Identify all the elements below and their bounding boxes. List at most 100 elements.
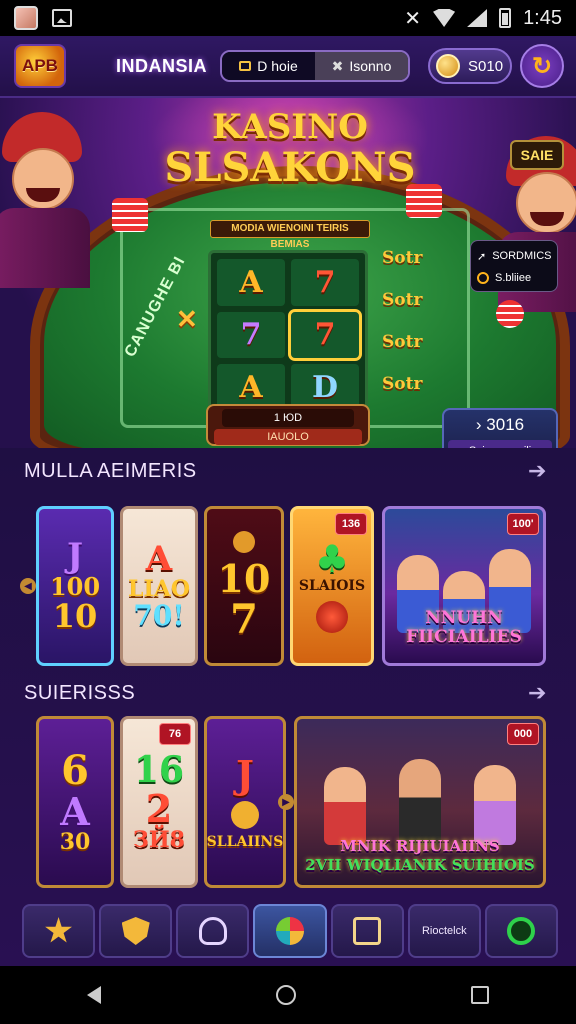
tile-badge: 136 xyxy=(335,513,367,535)
tile-label: SLLAIINS xyxy=(206,833,284,850)
sort-label: Sotr xyxy=(382,248,423,268)
game-tile[interactable]: 000 MNIK RIJIUIAIINS 2VII WIQLIANIK SUIH… xyxy=(294,716,546,888)
side-menu: ➚ SORDMICS S.bliiee xyxy=(470,240,558,292)
tile-label: 2 xyxy=(145,786,173,832)
side-menu-item[interactable]: ➚ SORDMICS xyxy=(477,245,552,267)
tile-label: NNUHN xyxy=(425,608,503,628)
game-tile[interactable]: 6 A 30 xyxy=(36,716,114,888)
score-number: 3016 xyxy=(486,415,525,434)
refresh-icon: ↻ xyxy=(531,52,553,80)
counter-label: IAUOLO xyxy=(214,429,362,445)
game-tile[interactable]: 10 7 xyxy=(204,506,284,666)
recents-icon[interactable] xyxy=(470,986,489,1004)
chip-stack-icon xyxy=(496,300,524,328)
tile-label: A xyxy=(60,788,90,834)
bottom-nav: Rioctelck xyxy=(22,904,558,960)
game-tile[interactable]: 76 16 2 ЗЙ8 xyxy=(120,716,198,888)
section-more-arrow-icon[interactable]: ➔ xyxy=(528,458,546,484)
region-label: INDANSIA xyxy=(116,56,208,76)
banner-title-line2: SLSAKONS xyxy=(164,144,416,191)
clover-icon: ♣ xyxy=(314,535,350,581)
nav-item-tips[interactable] xyxy=(176,904,250,958)
sort-list: Sotr Sotr Sotr Sotr xyxy=(382,248,442,416)
game-tile[interactable]: J SLLAIINS xyxy=(204,716,286,888)
tile-label: 6 xyxy=(61,746,89,794)
bet-counter[interactable]: 1 ЮD IAUOLO xyxy=(206,404,370,446)
tile-label: 2VII WIQLIANIK SUIHIOIS xyxy=(305,856,535,874)
star-icon xyxy=(45,917,73,943)
tile-label: RIJIUIAIINS xyxy=(395,837,500,855)
mode-switch: D hoie ✖ Isonno xyxy=(220,50,410,82)
game-tile[interactable]: 100' NNUHN FIICIAILIES xyxy=(382,506,546,666)
reel-symbol: 7 xyxy=(217,311,285,359)
nav-item-power[interactable] xyxy=(484,904,558,958)
chip-stack-icon xyxy=(112,198,148,232)
section-title: MULLA AEIMERIS xyxy=(24,460,197,482)
refresh-button[interactable]: ↻ xyxy=(520,44,564,88)
signal-icon xyxy=(467,9,488,27)
score-value: › 3016 xyxy=(475,415,525,434)
game-tile[interactable]: 136 ♣ SLAIOIS xyxy=(290,506,374,666)
nav-item-home[interactable]: Rioctelck xyxy=(407,904,481,958)
tile-label: J xyxy=(236,751,254,797)
battery-icon xyxy=(499,8,512,28)
lightbulb-icon xyxy=(198,917,227,945)
tile-scene-title: NNUHN FIICIAILIES xyxy=(385,609,543,647)
mode-tab-home[interactable]: D hoie xyxy=(222,52,315,80)
game-tile[interactable]: J 100 10 xyxy=(36,506,114,666)
players-illustration xyxy=(307,755,533,845)
banner-title: KASINO SLSAKONS xyxy=(140,108,440,190)
tile-label: A xyxy=(145,538,173,579)
wheel-icon xyxy=(275,917,304,945)
tile-badge: 100' xyxy=(507,513,539,535)
orb-icon xyxy=(233,531,255,554)
avatar-notification-icon xyxy=(14,6,38,30)
home-icon[interactable] xyxy=(275,985,296,1005)
bell-icon xyxy=(231,800,259,829)
coin-balance-button[interactable]: S010 xyxy=(428,48,512,84)
briefcase-icon xyxy=(239,61,252,71)
scroll-right-icon[interactable]: ▶ xyxy=(278,794,294,810)
tile-label: SLAIOIS xyxy=(298,577,366,594)
banner-title-line1: KASINO xyxy=(212,107,368,147)
box-icon xyxy=(353,917,382,945)
score-label: Soiemeoceili xyxy=(448,440,552,448)
clock: 1:45 xyxy=(523,6,562,29)
tile-badge: 000 xyxy=(507,723,539,745)
sort-label: Sotr xyxy=(382,332,423,352)
sort-label: Sotr xyxy=(382,374,423,394)
mode-tab-other[interactable]: ✖ Isonno xyxy=(315,52,408,80)
power-icon xyxy=(507,917,536,945)
gallery-notification-icon xyxy=(52,9,72,27)
banner-subtitle: MODIA WIENOINI TEIRIS BEMIAS xyxy=(210,220,370,250)
side-menu-item[interactable]: S.bliiee xyxy=(477,267,551,289)
coin-balance: S010 xyxy=(468,57,504,75)
coin-icon xyxy=(436,54,460,78)
tile-label: 10 xyxy=(217,556,271,602)
nav-item-protect[interactable] xyxy=(99,904,173,958)
scroll-left-icon[interactable]: ◀ xyxy=(20,578,36,594)
back-icon[interactable] xyxy=(87,986,102,1004)
section-more-arrow-icon[interactable]: ➔ xyxy=(528,680,546,706)
nav-item-rewards[interactable] xyxy=(22,904,96,958)
side-menu-label: SORDMICS xyxy=(492,250,552,262)
score-card[interactable]: › 3016 Soiemeoceili xyxy=(442,408,558,448)
nav-item-spin[interactable] xyxy=(253,904,327,958)
pointer-icon: ➚ xyxy=(477,250,487,263)
game-tile[interactable]: A LIAO 70! xyxy=(120,506,198,666)
system-nav-bar xyxy=(0,966,576,1024)
side-menu-label: S.bliiee xyxy=(495,272,532,284)
sort-label: Sotr xyxy=(382,290,423,310)
tile-badge: 76 xyxy=(159,723,191,745)
status-bar: ✕ 1:45 xyxy=(0,0,576,36)
nav-item-home-label: Rioctelck xyxy=(421,925,467,937)
nav-item-box[interactable] xyxy=(330,904,404,958)
sale-badge[interactable]: SAIE xyxy=(510,140,564,170)
tile-label: 100 xyxy=(49,572,101,602)
mode-tab-home-label: D hoie xyxy=(257,58,298,74)
cross-icon: ✖ xyxy=(331,57,344,74)
hero-banner[interactable]: KASINO SLSAKONS MODIA WIENOINI TEIRIS BE… xyxy=(0,98,576,448)
chip-icon xyxy=(316,601,348,634)
tile-label: 10 xyxy=(52,596,98,635)
app-logo[interactable]: APB xyxy=(14,44,66,88)
